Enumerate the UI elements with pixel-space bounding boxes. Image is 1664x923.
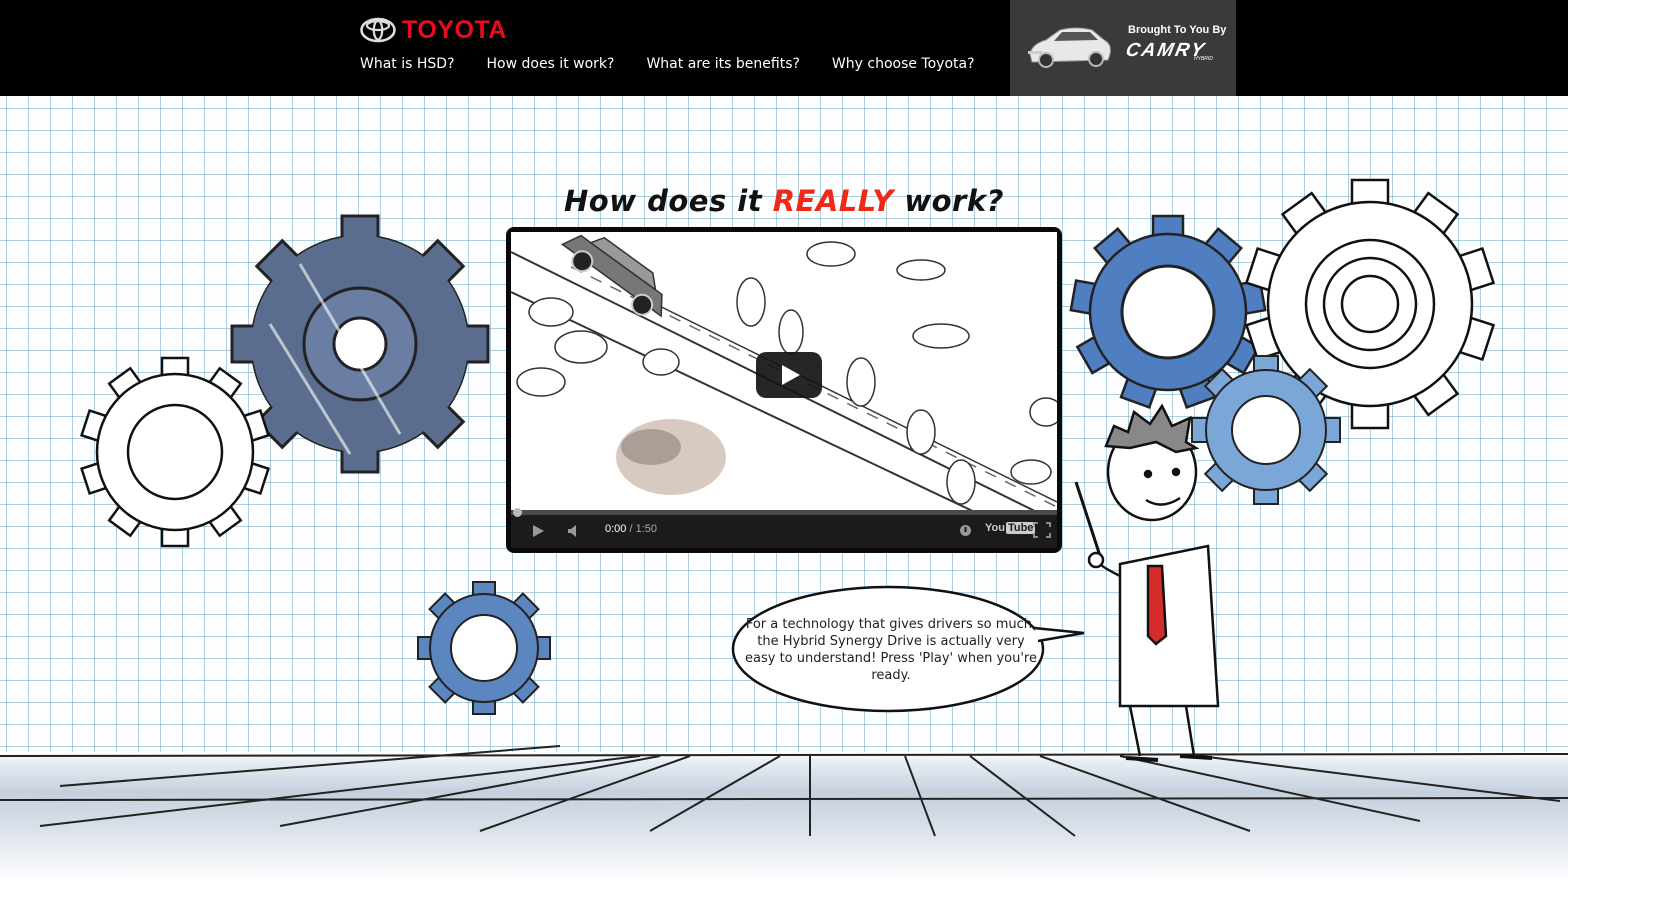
video-progress-handle[interactable] bbox=[513, 508, 522, 517]
site-header: TOYOTA What is HSD? How does it work? Wh… bbox=[0, 0, 1568, 96]
main-nav: What is HSD? How does it work? What are … bbox=[360, 56, 1007, 72]
professor-character bbox=[1074, 403, 1220, 762]
car-sketch bbox=[560, 234, 663, 318]
video-duration: 1:50 bbox=[635, 523, 658, 535]
video-controls: 0:00 / 1:50 You Tube bbox=[511, 508, 1057, 548]
toyota-emblem-icon bbox=[360, 17, 396, 43]
volume-icon[interactable] bbox=[567, 524, 583, 538]
youtube-logo[interactable]: You Tube bbox=[985, 522, 1036, 534]
sponsor-tagline: Brought To You By bbox=[1128, 24, 1227, 36]
video-current-time: 0:00 bbox=[605, 523, 627, 535]
floor-lines bbox=[0, 745, 1568, 837]
nav-item-why-toyota[interactable]: Why choose Toyota? bbox=[832, 56, 975, 72]
page-margin bbox=[1568, 0, 1664, 923]
video-screen[interactable] bbox=[511, 232, 1057, 515]
camry-sponsor-banner[interactable]: Brought To You By CAMRY HYBRID bbox=[1010, 0, 1236, 96]
video-time: 0:00 / 1:50 bbox=[605, 523, 657, 535]
logo-text: TOYOTA bbox=[402, 15, 507, 44]
title-prefix: How does it bbox=[564, 184, 773, 218]
illustration-stage: How does it REALLY work? 0:00 / 1:50 You… bbox=[0, 96, 1568, 923]
gear-outline-left bbox=[80, 356, 270, 548]
nav-item-how-does-it-work[interactable]: How does it work? bbox=[487, 56, 615, 72]
hero-title: How does it REALLY work? bbox=[0, 184, 1568, 218]
play-overlay-button[interactable] bbox=[756, 352, 822, 398]
gear-light-blue bbox=[1191, 355, 1341, 505]
play-icon[interactable] bbox=[531, 524, 545, 538]
youtube-video-player[interactable]: 0:00 / 1:50 You Tube bbox=[506, 227, 1062, 553]
toyota-logo[interactable]: TOYOTA bbox=[360, 16, 507, 44]
settings-icon[interactable] bbox=[959, 524, 972, 537]
youtube-logo-tube: Tube bbox=[1005, 522, 1036, 534]
sponsor-sub-label: HYBRID bbox=[1194, 56, 1213, 62]
fullscreen-icon[interactable] bbox=[1033, 522, 1051, 538]
gear-blue-small bbox=[417, 581, 551, 715]
gear-dark bbox=[230, 214, 490, 474]
video-time-separator: / bbox=[626, 523, 636, 535]
nav-item-what-is-hsd[interactable]: What is HSD? bbox=[360, 56, 455, 72]
speech-bubble-text: For a technology that gives drivers so m… bbox=[745, 617, 1037, 683]
title-suffix: work? bbox=[893, 184, 1004, 218]
title-accent: REALLY bbox=[772, 184, 894, 218]
nav-item-benefits[interactable]: What are its benefits? bbox=[646, 56, 799, 72]
youtube-logo-you: You bbox=[985, 522, 1005, 534]
camry-car-image bbox=[1028, 27, 1111, 68]
video-progress-bar[interactable] bbox=[511, 508, 1057, 517]
